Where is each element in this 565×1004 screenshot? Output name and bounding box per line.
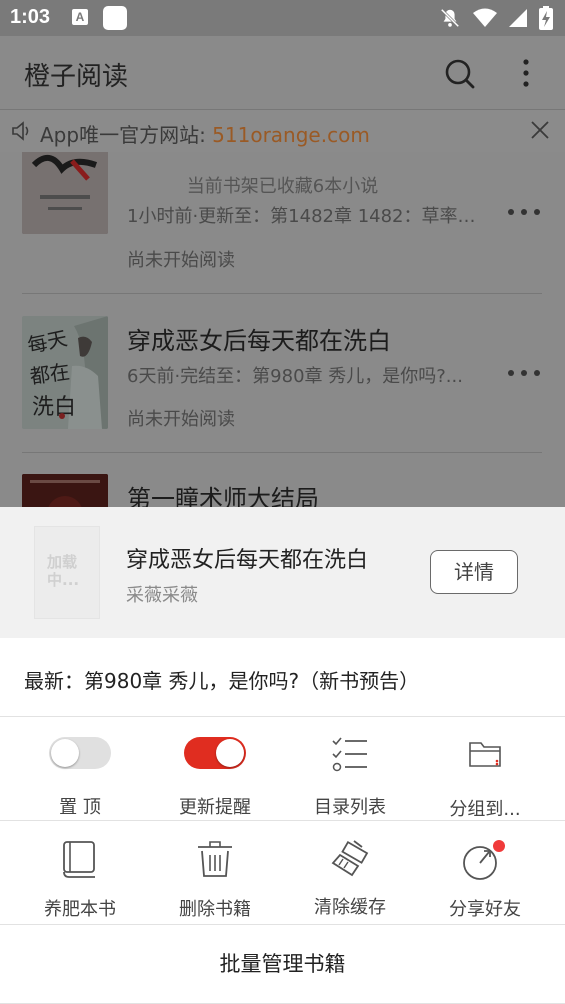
signal-icon <box>509 9 527 27</box>
book-update: 6天前·完结至：第980章 秀儿，是你吗?... <box>127 366 463 387</box>
book-update: 1小时前·更新至：第1482章 1482：草率了... <box>127 206 492 227</box>
notifications-off-icon <box>440 8 460 28</box>
book-title: 第一瞳术师大结局 <box>127 485 319 507</box>
book-more-icon[interactable] <box>506 207 542 217</box>
notice-text: App唯一官方网站: 511orange.com <box>40 119 370 148</box>
latest-chapter[interactable]: 最新：第980章 秀儿，是你吗?（新书预告） <box>24 665 419 694</box>
search-icon[interactable] <box>444 58 476 90</box>
sheet-header: 加载中... 穿成恶女后每天都在洗白 采薇采薇 详情 <box>0 507 565 638</box>
close-icon[interactable] <box>530 120 550 140</box>
notice-prefix: App唯一官方网站: <box>40 123 213 147</box>
chapter-list-button[interactable]: 目录列表 <box>280 717 420 818</box>
overflow-menu-icon[interactable] <box>516 58 536 88</box>
book-more-icon[interactable] <box>506 368 542 378</box>
shelf-count-text: 当前书架已收藏6本小说 <box>186 176 379 197</box>
details-button[interactable]: 详情 <box>430 550 518 594</box>
sheet-cover-placeholder: 加载中... <box>34 526 100 619</box>
broom-icon <box>331 840 369 877</box>
status-icons <box>439 6 553 30</box>
pin-top-label: 置 顶 <box>59 797 101 818</box>
book-title: 穿成恶女后每天都在洗白 <box>127 327 391 355</box>
app-title: 橙子阅读 <box>24 62 129 92</box>
list-divider <box>22 452 542 453</box>
status-time: 1:03 <box>10 6 51 28</box>
group-to-button[interactable]: 分组到... <box>415 717 555 820</box>
pin-top-toggle[interactable] <box>49 737 111 769</box>
battery-charging-icon <box>539 6 553 30</box>
shelve-book-button[interactable]: 养肥本书 <box>10 821 150 921</box>
checklist-icon <box>332 737 367 772</box>
svg-text:洗白: 洗白 <box>32 395 76 420</box>
clear-cache-button[interactable]: 清除缓存 <box>280 821 420 921</box>
book-icon <box>63 841 95 878</box>
update-reminder-toggle[interactable] <box>184 737 246 769</box>
update-reminder-toggle-item[interactable]: 更新提醒 <box>145 717 285 818</box>
list-divider <box>22 293 542 294</box>
book-action-sheet: 加载中... 穿成恶女后每天都在洗白 采薇采薇 详情 最新：第980章 秀儿，是… <box>0 507 565 1004</box>
group-to-label: 分组到... <box>449 799 521 820</box>
clear-cache-label: 清除缓存 <box>314 897 386 918</box>
batch-manage-button[interactable]: 批量管理书籍 <box>0 925 565 1003</box>
share-friends-button[interactable]: 分享好友 <box>415 821 555 921</box>
notice-bar: App唯一官方网站: 511orange.com <box>0 110 565 152</box>
status-bar: 1:03 A <box>0 0 565 36</box>
wifi-icon <box>473 8 497 27</box>
delete-book-button[interactable]: 删除书籍 <box>145 821 285 921</box>
app-bar: 橙子阅读 <box>0 36 565 110</box>
notice-url[interactable]: 511orange.com <box>212 123 370 147</box>
delete-book-label: 删除书籍 <box>179 899 251 920</box>
book-read-status: 尚未开始阅读 <box>127 250 235 271</box>
book-read-status: 尚未开始阅读 <box>127 409 235 430</box>
notification-app-icon <box>103 6 127 30</box>
share-icon <box>463 840 505 880</box>
sheet-book-author: 采薇采薇 <box>126 585 198 606</box>
update-reminder-label: 更新提醒 <box>179 797 251 818</box>
trash-icon <box>198 841 232 877</box>
bookshelf-list: 1小时前·更新至：第1482章 1482：草率了... 尚未开始阅读 每天 都在洗… <box>0 152 565 507</box>
shelve-book-label: 养肥本书 <box>44 899 116 920</box>
pin-top-toggle-item[interactable]: 置 顶 <box>10 717 150 818</box>
folder-icon <box>469 742 501 767</box>
book-cover: 每天 都在 洗白 <box>22 316 108 429</box>
notification-a-icon: A <box>72 9 88 25</box>
speaker-icon <box>12 121 29 141</box>
share-friends-label: 分享好友 <box>449 899 521 920</box>
sheet-book-title: 穿成恶女后每天都在洗白 <box>126 548 369 573</box>
chapter-list-label: 目录列表 <box>314 797 386 818</box>
book-cover <box>22 474 108 507</box>
